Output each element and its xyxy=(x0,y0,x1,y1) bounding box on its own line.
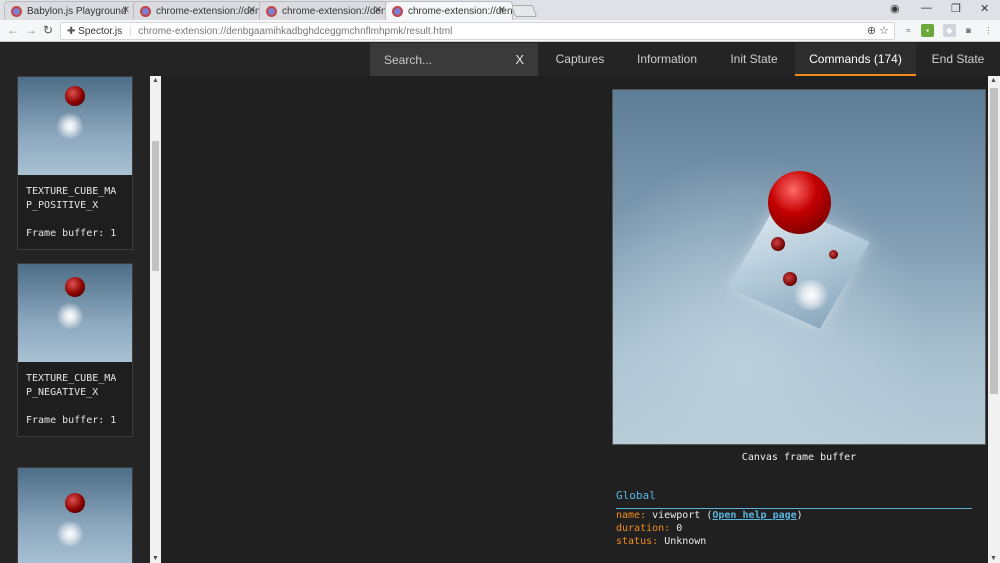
search-clear-button[interactable]: X xyxy=(515,52,524,67)
duration-key: duration: xyxy=(616,523,671,534)
section-title: Global xyxy=(616,489,972,509)
scrollbar-thumb[interactable] xyxy=(990,88,998,394)
light-glow xyxy=(791,280,831,310)
card-text: TEXTURE_CUBE_MA P_POSITIVE_X Frame buffe… xyxy=(18,175,132,249)
camera-icon[interactable]: ◙ xyxy=(962,24,975,37)
scroll-down-icon[interactable]: ▼ xyxy=(988,555,999,562)
visual-state-card[interactable] xyxy=(17,467,133,563)
name-value: viewport xyxy=(652,510,701,521)
menu-icon[interactable]: ⋮ xyxy=(982,24,995,37)
scroll-up-icon[interactable]: ▲ xyxy=(150,77,161,84)
cube-reflection xyxy=(783,272,797,286)
frame-buffer-label: Frame buffer: 1 xyxy=(26,228,117,239)
omnibox-icons: ⊕ ☆ xyxy=(867,24,889,37)
scroll-down-icon[interactable]: ▼ xyxy=(150,555,161,562)
browser-tab-babylon[interactable]: Babylon.js Playground ✕ xyxy=(4,1,137,20)
browser-tab-extension-1[interactable]: chrome-extension://denb ✕ xyxy=(133,1,263,20)
light-glow xyxy=(56,520,84,548)
spector-header: X Captures Information Init State Comman… xyxy=(0,43,1000,76)
texture-name-line: TEXTURE_CUBE_MA xyxy=(26,373,117,384)
red-sphere xyxy=(768,171,831,234)
close-icon[interactable]: ✕ xyxy=(374,5,382,16)
search-box: X xyxy=(370,43,538,76)
canvas-caption: Canvas frame buffer xyxy=(741,452,857,463)
global-info-section: Global name: viewport (Open help page) d… xyxy=(616,489,972,548)
browser-tab-title: Babylon.js Playground xyxy=(27,6,127,17)
reload-icon[interactable]: ↻ xyxy=(43,23,53,37)
spector-favicon-icon xyxy=(266,6,277,17)
browser-tab-extension-active[interactable]: chrome-extension://denb ✕ xyxy=(385,1,513,20)
red-sphere xyxy=(65,493,85,513)
frame-buffer-label: Frame buffer: 1 xyxy=(26,415,117,426)
cube-reflection xyxy=(829,250,838,259)
duration-row: duration: 0 xyxy=(616,522,972,535)
address-url: chrome-extension://denbgaamihkadbghdcegg… xyxy=(138,26,453,37)
scroll-up-icon[interactable]: ▲ xyxy=(988,77,999,84)
extension-icon[interactable]: ≈ xyxy=(902,24,915,37)
visual-state-card[interactable]: TEXTURE_CUBE_MA P_POSITIVE_X Frame buffe… xyxy=(17,76,133,250)
new-tab-button[interactable] xyxy=(510,5,538,17)
close-icon[interactable]: ✕ xyxy=(122,5,130,16)
extension-shield-icon[interactable]: ◆ xyxy=(943,24,956,37)
extension-green-icon[interactable]: ▪ xyxy=(921,24,934,37)
left-scrollbar[interactable]: ▲ ▼ xyxy=(150,76,161,563)
main-content: TEXTURE_CUBE_MA P_POSITIVE_X Frame buffe… xyxy=(0,76,1000,563)
red-sphere xyxy=(65,86,85,106)
close-icon[interactable]: ✕ xyxy=(498,5,506,16)
tab-information[interactable]: Information xyxy=(622,43,712,76)
visual-state-list: TEXTURE_CUBE_MA P_POSITIVE_X Frame buffe… xyxy=(0,76,150,563)
scrollbar-thumb[interactable] xyxy=(152,141,159,271)
browser-tab-strip: Babylon.js Playground ✕ chrome-extension… xyxy=(0,0,1000,20)
framebuffer-thumbnail xyxy=(18,264,132,362)
texture-name-line: TEXTURE_CUBE_MA xyxy=(26,186,117,197)
browser-toolbar: ← → ↻ ✚ Spector.js | chrome-extension://… xyxy=(0,20,1000,42)
duration-value: 0 xyxy=(676,523,683,534)
restore-icon[interactable]: ❐ xyxy=(951,2,961,15)
texture-name-line: P_NEGATIVE_X xyxy=(26,387,99,398)
light-glow xyxy=(56,112,84,140)
red-sphere xyxy=(65,277,85,297)
spector-favicon-icon xyxy=(140,6,151,17)
profile-icon[interactable]: ◉ xyxy=(890,2,900,15)
zoom-icon[interactable]: ⊕ xyxy=(867,25,876,37)
extension-puzzle-icon: ✚ xyxy=(67,26,79,37)
visual-state-card[interactable]: TEXTURE_CUBE_MA P_NEGATIVE_X Frame buffe… xyxy=(17,263,133,437)
help-page-link[interactable]: Open help page xyxy=(712,510,796,521)
status-key: status: xyxy=(616,536,659,547)
bookmark-star-icon[interactable]: ☆ xyxy=(879,25,889,37)
back-icon[interactable]: ← xyxy=(7,23,19,37)
right-scrollbar[interactable]: ▲ ▼ xyxy=(988,76,1000,563)
framebuffer-thumbnail xyxy=(18,77,132,175)
tab-captures[interactable]: Captures xyxy=(538,43,622,76)
name-row: name: viewport (Open help page) xyxy=(616,509,972,522)
tab-end-state[interactable]: End State xyxy=(916,43,1000,76)
status-value: Unknown xyxy=(664,536,707,547)
address-bar[interactable]: ✚ Spector.js | chrome-extension://denbga… xyxy=(60,22,895,40)
search-input[interactable] xyxy=(384,51,504,69)
framebuffer-thumbnail xyxy=(18,468,132,563)
cube-reflection xyxy=(771,237,785,251)
browser-tab-extension-2[interactable]: chrome-extension://denb ✕ xyxy=(259,1,389,20)
texture-name-line: P_POSITIVE_X xyxy=(26,200,99,211)
babylon-favicon-icon xyxy=(11,6,22,17)
address-separator: | xyxy=(128,26,132,37)
paren-close: ) xyxy=(796,510,803,521)
close-window-icon[interactable]: ✕ xyxy=(980,2,989,15)
tab-commands[interactable]: Commands (174) xyxy=(795,43,916,76)
tab-init-state[interactable]: Init State xyxy=(712,43,796,76)
close-icon[interactable]: ✕ xyxy=(248,5,256,16)
name-key: name: xyxy=(616,510,647,521)
light-glow xyxy=(56,302,84,330)
card-text: TEXTURE_CUBE_MA P_NEGATIVE_X Frame buffe… xyxy=(18,362,132,436)
address-site-name: Spector.js xyxy=(78,26,123,37)
canvas-frame-buffer-preview xyxy=(612,89,986,445)
status-row: status: Unknown xyxy=(616,535,972,548)
minimize-icon[interactable]: — xyxy=(921,2,932,14)
spector-favicon-icon xyxy=(392,6,403,17)
forward-icon[interactable]: → xyxy=(25,23,37,37)
